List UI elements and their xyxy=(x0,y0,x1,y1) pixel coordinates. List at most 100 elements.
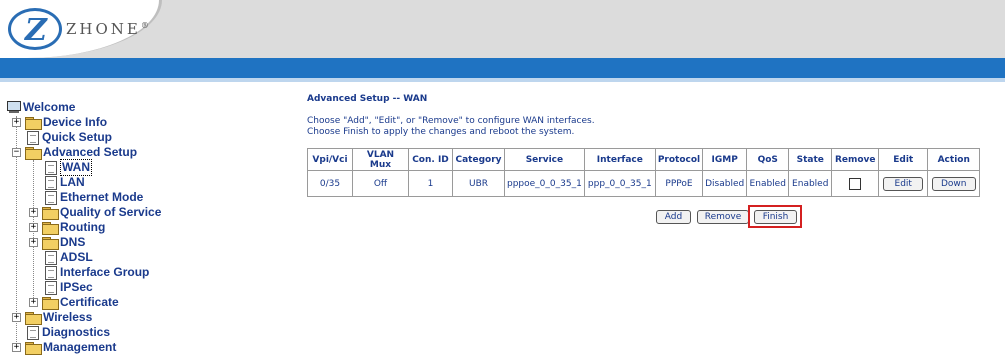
column-header: Action xyxy=(927,148,981,171)
tree-item-welcome[interactable]: Welcome xyxy=(7,100,75,115)
page-icon xyxy=(45,190,57,205)
tree-label: Certificate xyxy=(60,295,119,309)
expand-icon[interactable]: + xyxy=(12,118,21,127)
tree-label: Routing xyxy=(60,220,106,234)
cell-con-id: 1 xyxy=(408,170,453,197)
wan-interfaces-table: Vpi/Vci VLAN Mux Con. ID Category Servic… xyxy=(307,148,981,197)
remove-checkbox[interactable] xyxy=(849,177,862,190)
tree-item-quick-setup[interactable]: Quick Setup xyxy=(27,130,112,145)
computer-icon xyxy=(7,101,21,114)
expand-icon[interactable]: + xyxy=(29,208,38,217)
page-icon xyxy=(45,280,57,295)
folder-icon xyxy=(42,296,59,310)
column-header: Con. ID xyxy=(408,148,453,171)
remove-button[interactable]: Remove xyxy=(697,210,749,224)
description-line: Choose Finish to apply the changes and r… xyxy=(307,127,575,137)
page-icon xyxy=(45,250,57,265)
logo-mark: Z xyxy=(25,13,47,48)
cell-igmp: Disabled xyxy=(702,170,748,197)
page-icon xyxy=(27,325,39,340)
edit-button[interactable]: Edit xyxy=(883,176,924,191)
folder-icon xyxy=(42,221,59,235)
logo-text: ZHONE® xyxy=(66,20,149,38)
tree-item-device-info[interactable]: Device Info xyxy=(25,115,107,130)
expand-icon[interactable]: + xyxy=(29,238,38,247)
column-header: State xyxy=(788,148,833,171)
tree-label: IPSec xyxy=(60,280,93,294)
tree-item-lan[interactable]: LAN xyxy=(45,175,85,190)
tree-item-dns[interactable]: DNS xyxy=(42,235,85,250)
cell-interface: ppp_0_0_35_1 xyxy=(583,170,656,197)
tree-item-certificate[interactable]: Certificate xyxy=(42,295,119,310)
tree-label: Ethernet Mode xyxy=(60,190,144,204)
table-row: 0/35 Off 1 UBR pppoe_0_0_35_1 ppp_0_0_35… xyxy=(307,170,981,197)
tree-item-interface-group[interactable]: Interface Group xyxy=(45,265,149,280)
page-icon xyxy=(45,175,57,190)
folder-icon xyxy=(25,311,42,325)
tree-label: Device Info xyxy=(43,115,108,129)
cell-qos: Enabled xyxy=(746,170,790,197)
column-header: IGMP xyxy=(702,148,748,171)
expand-icon[interactable]: + xyxy=(12,343,21,352)
column-header: VLAN Mux xyxy=(352,148,409,171)
page-icon xyxy=(27,130,39,145)
column-header: Vpi/Vci xyxy=(307,148,353,171)
tree-item-wan[interactable]: WAN xyxy=(45,159,92,176)
logo-wordmark: ZHONE xyxy=(66,20,141,38)
column-header: Edit xyxy=(878,148,929,171)
cell-state: Enabled xyxy=(788,170,833,197)
collapse-icon[interactable]: − xyxy=(12,148,21,157)
down-button[interactable]: Down xyxy=(931,176,976,191)
column-header: Interface xyxy=(583,148,656,171)
tree-label: Management xyxy=(43,340,117,354)
folder-icon xyxy=(25,116,42,130)
tree-item-ethernet-mode[interactable]: Ethernet Mode xyxy=(45,190,143,205)
tree-item-wireless[interactable]: Wireless xyxy=(25,310,92,325)
header-blue-bar xyxy=(0,58,1005,78)
folder-icon xyxy=(42,206,59,220)
page-icon xyxy=(45,160,57,175)
header-divider xyxy=(0,78,1005,82)
column-header: QoS xyxy=(746,148,790,171)
column-header: Service xyxy=(504,148,585,171)
cell-category: UBR xyxy=(452,170,505,197)
tree-item-qos[interactable]: Quality of Service xyxy=(42,205,161,220)
tree-label: WAN xyxy=(60,159,92,176)
cell-vlan-mux: Off xyxy=(352,170,409,197)
trademark: ® xyxy=(140,21,149,30)
tree-label: Diagnostics xyxy=(42,325,111,339)
add-button[interactable]: Add xyxy=(656,210,691,224)
table-header-row: Vpi/Vci VLAN Mux Con. ID Category Servic… xyxy=(307,148,981,171)
cell-vpivci: 0/35 xyxy=(307,170,353,197)
cell-protocol: PPPoE xyxy=(654,170,704,197)
tree-label: Quality of Service xyxy=(60,205,162,219)
page-icon xyxy=(45,265,57,280)
expand-icon[interactable]: + xyxy=(29,223,38,232)
tree-item-routing[interactable]: Routing xyxy=(42,220,105,235)
finish-button[interactable]: Finish xyxy=(754,210,797,224)
tree-label: DNS xyxy=(60,235,86,249)
column-header: Category xyxy=(452,148,505,171)
tree-label: Interface Group xyxy=(60,265,150,279)
tree-item-diagnostics[interactable]: Diagnostics xyxy=(27,325,110,340)
folder-icon xyxy=(25,341,42,355)
column-header: Protocol xyxy=(654,148,704,171)
header-banner: Z ZHONE® xyxy=(0,0,1005,58)
tree-label: Advanced Setup xyxy=(43,145,138,159)
column-header: Remove xyxy=(831,148,880,171)
expand-icon[interactable]: + xyxy=(12,313,21,322)
zhone-logo-icon: Z xyxy=(8,8,62,50)
cell-action: Down xyxy=(927,170,981,197)
tree-label: ADSL xyxy=(60,250,93,264)
cell-remove xyxy=(831,170,880,197)
tree-item-ipsec[interactable]: IPSec xyxy=(45,280,93,295)
logo-area: Z ZHONE® xyxy=(0,0,162,58)
description-line: Choose "Add", "Edit", or "Remove" to con… xyxy=(307,116,595,126)
page-title: Advanced Setup -- WAN xyxy=(307,94,428,104)
tree-item-adsl[interactable]: ADSL xyxy=(45,250,93,265)
expand-icon[interactable]: + xyxy=(29,298,38,307)
tree-label: LAN xyxy=(60,175,85,189)
tree-item-advanced-setup[interactable]: Advanced Setup xyxy=(25,145,137,160)
folder-icon xyxy=(42,236,59,250)
tree-item-management[interactable]: Management xyxy=(25,340,116,355)
